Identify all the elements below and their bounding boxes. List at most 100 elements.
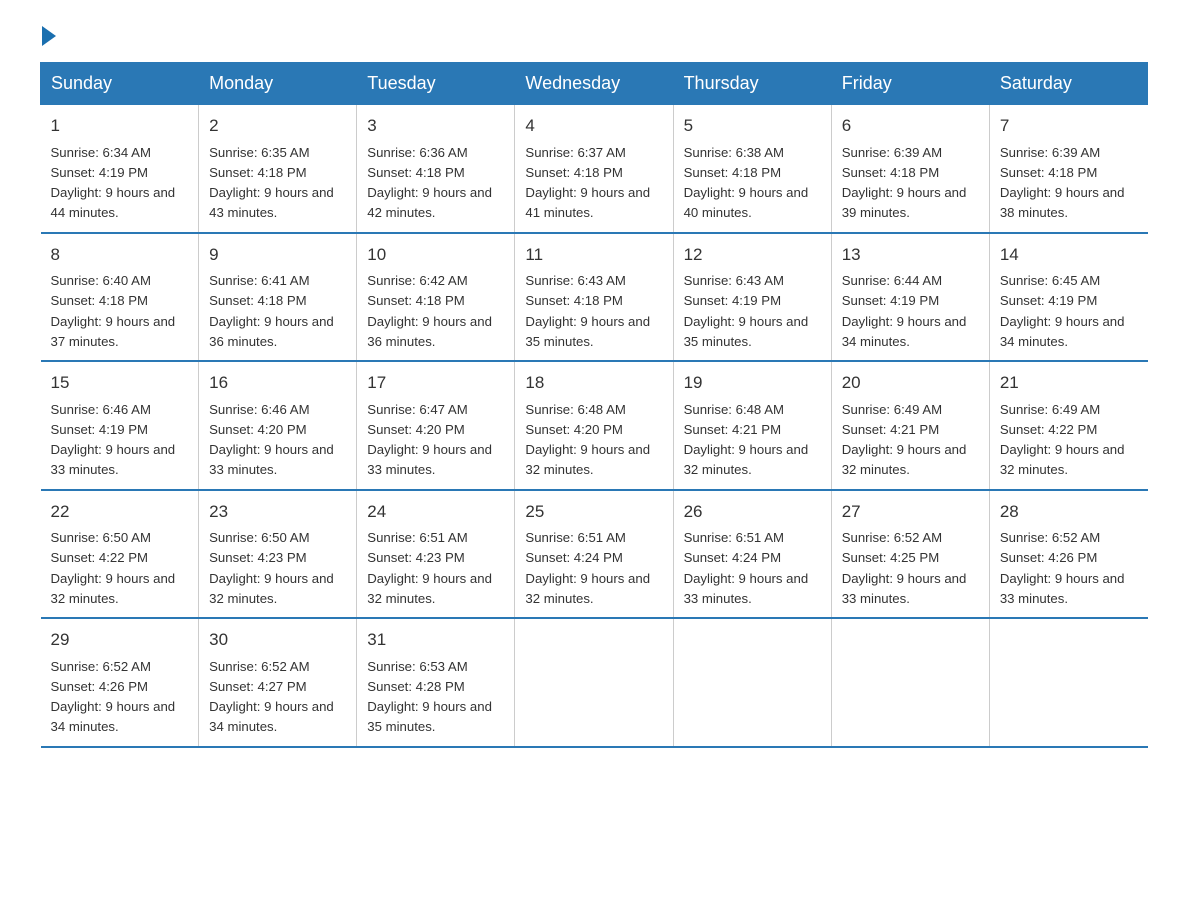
calendar-cell: 6 Sunrise: 6:39 AMSunset: 4:18 PMDaylight… bbox=[831, 105, 989, 233]
day-info: Sunrise: 6:43 AMSunset: 4:18 PMDaylight:… bbox=[525, 273, 650, 349]
day-info: Sunrise: 6:46 AMSunset: 4:20 PMDaylight:… bbox=[209, 402, 334, 478]
weekday-header-friday: Friday bbox=[831, 63, 989, 105]
day-number: 19 bbox=[684, 370, 821, 396]
calendar-cell: 12 Sunrise: 6:43 AMSunset: 4:19 PMDayligh… bbox=[673, 233, 831, 362]
day-number: 26 bbox=[684, 499, 821, 525]
day-number: 25 bbox=[525, 499, 662, 525]
day-info: Sunrise: 6:51 AMSunset: 4:24 PMDaylight:… bbox=[525, 530, 650, 606]
day-info: Sunrise: 6:52 AMSunset: 4:25 PMDaylight:… bbox=[842, 530, 967, 606]
day-info: Sunrise: 6:52 AMSunset: 4:26 PMDaylight:… bbox=[1000, 530, 1125, 606]
day-number: 4 bbox=[525, 113, 662, 139]
day-number: 22 bbox=[51, 499, 189, 525]
day-info: Sunrise: 6:37 AMSunset: 4:18 PMDaylight:… bbox=[525, 145, 650, 221]
calendar-cell: 15Sunrise: 6:46 AMSunset: 4:19 PMDayligh… bbox=[41, 361, 199, 490]
calendar-cell: 7 Sunrise: 6:39 AMSunset: 4:18 PMDaylight… bbox=[989, 105, 1147, 233]
calendar-cell: 14 Sunrise: 6:45 AMSunset: 4:19 PMDayligh… bbox=[989, 233, 1147, 362]
day-info: Sunrise: 6:36 AMSunset: 4:18 PMDaylight:… bbox=[367, 145, 492, 221]
day-info: Sunrise: 6:41 AMSunset: 4:18 PMDaylight:… bbox=[209, 273, 334, 349]
day-number: 18 bbox=[525, 370, 662, 396]
calendar-cell bbox=[831, 618, 989, 747]
calendar-cell: 16Sunrise: 6:46 AMSunset: 4:20 PMDayligh… bbox=[199, 361, 357, 490]
calendar-week-row: 29 Sunrise: 6:52 AMSunset: 4:26 PMDayligh… bbox=[41, 618, 1148, 747]
day-info: Sunrise: 6:49 AMSunset: 4:22 PMDaylight:… bbox=[1000, 402, 1125, 478]
calendar-week-row: 8 Sunrise: 6:40 AMSunset: 4:18 PMDaylight… bbox=[41, 233, 1148, 362]
day-number: 8 bbox=[51, 242, 189, 268]
day-info: Sunrise: 6:35 AMSunset: 4:18 PMDaylight:… bbox=[209, 145, 334, 221]
calendar-cell: 13 Sunrise: 6:44 AMSunset: 4:19 PMDayligh… bbox=[831, 233, 989, 362]
day-info: Sunrise: 6:43 AMSunset: 4:19 PMDaylight:… bbox=[684, 273, 809, 349]
calendar-cell: 9 Sunrise: 6:41 AMSunset: 4:18 PMDaylight… bbox=[199, 233, 357, 362]
day-info: Sunrise: 6:50 AMSunset: 4:23 PMDaylight:… bbox=[209, 530, 334, 606]
day-info: Sunrise: 6:40 AMSunset: 4:18 PMDaylight:… bbox=[51, 273, 176, 349]
calendar-cell bbox=[515, 618, 673, 747]
weekday-header-row: SundayMondayTuesdayWednesdayThursdayFrid… bbox=[41, 63, 1148, 105]
day-number: 27 bbox=[842, 499, 979, 525]
day-number: 6 bbox=[842, 113, 979, 139]
day-info: Sunrise: 6:44 AMSunset: 4:19 PMDaylight:… bbox=[842, 273, 967, 349]
day-number: 29 bbox=[51, 627, 189, 653]
calendar-cell: 4 Sunrise: 6:37 AMSunset: 4:18 PMDaylight… bbox=[515, 105, 673, 233]
calendar-cell: 23 Sunrise: 6:50 AMSunset: 4:23 PMDayligh… bbox=[199, 490, 357, 619]
day-info: Sunrise: 6:48 AMSunset: 4:21 PMDaylight:… bbox=[684, 402, 809, 478]
calendar-cell: 1 Sunrise: 6:34 AMSunset: 4:19 PMDaylight… bbox=[41, 105, 199, 233]
day-number: 12 bbox=[684, 242, 821, 268]
day-number: 20 bbox=[842, 370, 979, 396]
logo-arrow-icon bbox=[42, 26, 56, 46]
day-number: 14 bbox=[1000, 242, 1138, 268]
day-info: Sunrise: 6:46 AMSunset: 4:19 PMDaylight:… bbox=[51, 402, 176, 478]
day-info: Sunrise: 6:38 AMSunset: 4:18 PMDaylight:… bbox=[684, 145, 809, 221]
weekday-header-thursday: Thursday bbox=[673, 63, 831, 105]
calendar-cell: 20 Sunrise: 6:49 AMSunset: 4:21 PMDayligh… bbox=[831, 361, 989, 490]
calendar-cell: 3Sunrise: 6:36 AMSunset: 4:18 PMDaylight… bbox=[357, 105, 515, 233]
day-info: Sunrise: 6:47 AMSunset: 4:20 PMDaylight:… bbox=[367, 402, 492, 478]
day-info: Sunrise: 6:42 AMSunset: 4:18 PMDaylight:… bbox=[367, 273, 492, 349]
calendar-cell: 27 Sunrise: 6:52 AMSunset: 4:25 PMDayligh… bbox=[831, 490, 989, 619]
day-number: 1 bbox=[51, 113, 189, 139]
day-number: 30 bbox=[209, 627, 346, 653]
day-info: Sunrise: 6:39 AMSunset: 4:18 PMDaylight:… bbox=[842, 145, 967, 221]
calendar-week-row: 15Sunrise: 6:46 AMSunset: 4:19 PMDayligh… bbox=[41, 361, 1148, 490]
calendar-cell bbox=[673, 618, 831, 747]
day-info: Sunrise: 6:48 AMSunset: 4:20 PMDaylight:… bbox=[525, 402, 650, 478]
page-header bbox=[40, 30, 1148, 42]
calendar-cell: 22Sunrise: 6:50 AMSunset: 4:22 PMDayligh… bbox=[41, 490, 199, 619]
calendar-cell: 2 Sunrise: 6:35 AMSunset: 4:18 PMDaylight… bbox=[199, 105, 357, 233]
day-number: 10 bbox=[367, 242, 504, 268]
calendar-cell: 11 Sunrise: 6:43 AMSunset: 4:18 PMDayligh… bbox=[515, 233, 673, 362]
day-number: 2 bbox=[209, 113, 346, 139]
day-number: 23 bbox=[209, 499, 346, 525]
calendar-cell: 8 Sunrise: 6:40 AMSunset: 4:18 PMDaylight… bbox=[41, 233, 199, 362]
day-number: 31 bbox=[367, 627, 504, 653]
weekday-header-wednesday: Wednesday bbox=[515, 63, 673, 105]
day-info: Sunrise: 6:45 AMSunset: 4:19 PMDaylight:… bbox=[1000, 273, 1125, 349]
day-number: 7 bbox=[1000, 113, 1138, 139]
weekday-header-saturday: Saturday bbox=[989, 63, 1147, 105]
calendar-cell: 24Sunrise: 6:51 AMSunset: 4:23 PMDayligh… bbox=[357, 490, 515, 619]
logo bbox=[40, 30, 56, 42]
day-info: Sunrise: 6:51 AMSunset: 4:23 PMDaylight:… bbox=[367, 530, 492, 606]
weekday-header-tuesday: Tuesday bbox=[357, 63, 515, 105]
day-number: 9 bbox=[209, 242, 346, 268]
day-info: Sunrise: 6:53 AMSunset: 4:28 PMDaylight:… bbox=[367, 659, 492, 735]
calendar-cell: 31 Sunrise: 6:53 AMSunset: 4:28 PMDayligh… bbox=[357, 618, 515, 747]
calendar-week-row: 1 Sunrise: 6:34 AMSunset: 4:19 PMDaylight… bbox=[41, 105, 1148, 233]
day-number: 13 bbox=[842, 242, 979, 268]
day-number: 28 bbox=[1000, 499, 1138, 525]
day-number: 17 bbox=[367, 370, 504, 396]
calendar-cell bbox=[989, 618, 1147, 747]
calendar-cell: 30Sunrise: 6:52 AMSunset: 4:27 PMDayligh… bbox=[199, 618, 357, 747]
day-number: 21 bbox=[1000, 370, 1138, 396]
calendar-cell: 29 Sunrise: 6:52 AMSunset: 4:26 PMDayligh… bbox=[41, 618, 199, 747]
day-info: Sunrise: 6:34 AMSunset: 4:19 PMDaylight:… bbox=[51, 145, 176, 221]
day-info: Sunrise: 6:49 AMSunset: 4:21 PMDaylight:… bbox=[842, 402, 967, 478]
calendar-cell: 21 Sunrise: 6:49 AMSunset: 4:22 PMDayligh… bbox=[989, 361, 1147, 490]
calendar-cell: 28 Sunrise: 6:52 AMSunset: 4:26 PMDayligh… bbox=[989, 490, 1147, 619]
day-info: Sunrise: 6:52 AMSunset: 4:26 PMDaylight:… bbox=[51, 659, 176, 735]
day-info: Sunrise: 6:39 AMSunset: 4:18 PMDaylight:… bbox=[1000, 145, 1125, 221]
calendar-cell: 25 Sunrise: 6:51 AMSunset: 4:24 PMDayligh… bbox=[515, 490, 673, 619]
day-number: 5 bbox=[684, 113, 821, 139]
calendar-cell: 19 Sunrise: 6:48 AMSunset: 4:21 PMDayligh… bbox=[673, 361, 831, 490]
weekday-header-sunday: Sunday bbox=[41, 63, 199, 105]
day-number: 11 bbox=[525, 242, 662, 268]
calendar-cell: 5 Sunrise: 6:38 AMSunset: 4:18 PMDaylight… bbox=[673, 105, 831, 233]
